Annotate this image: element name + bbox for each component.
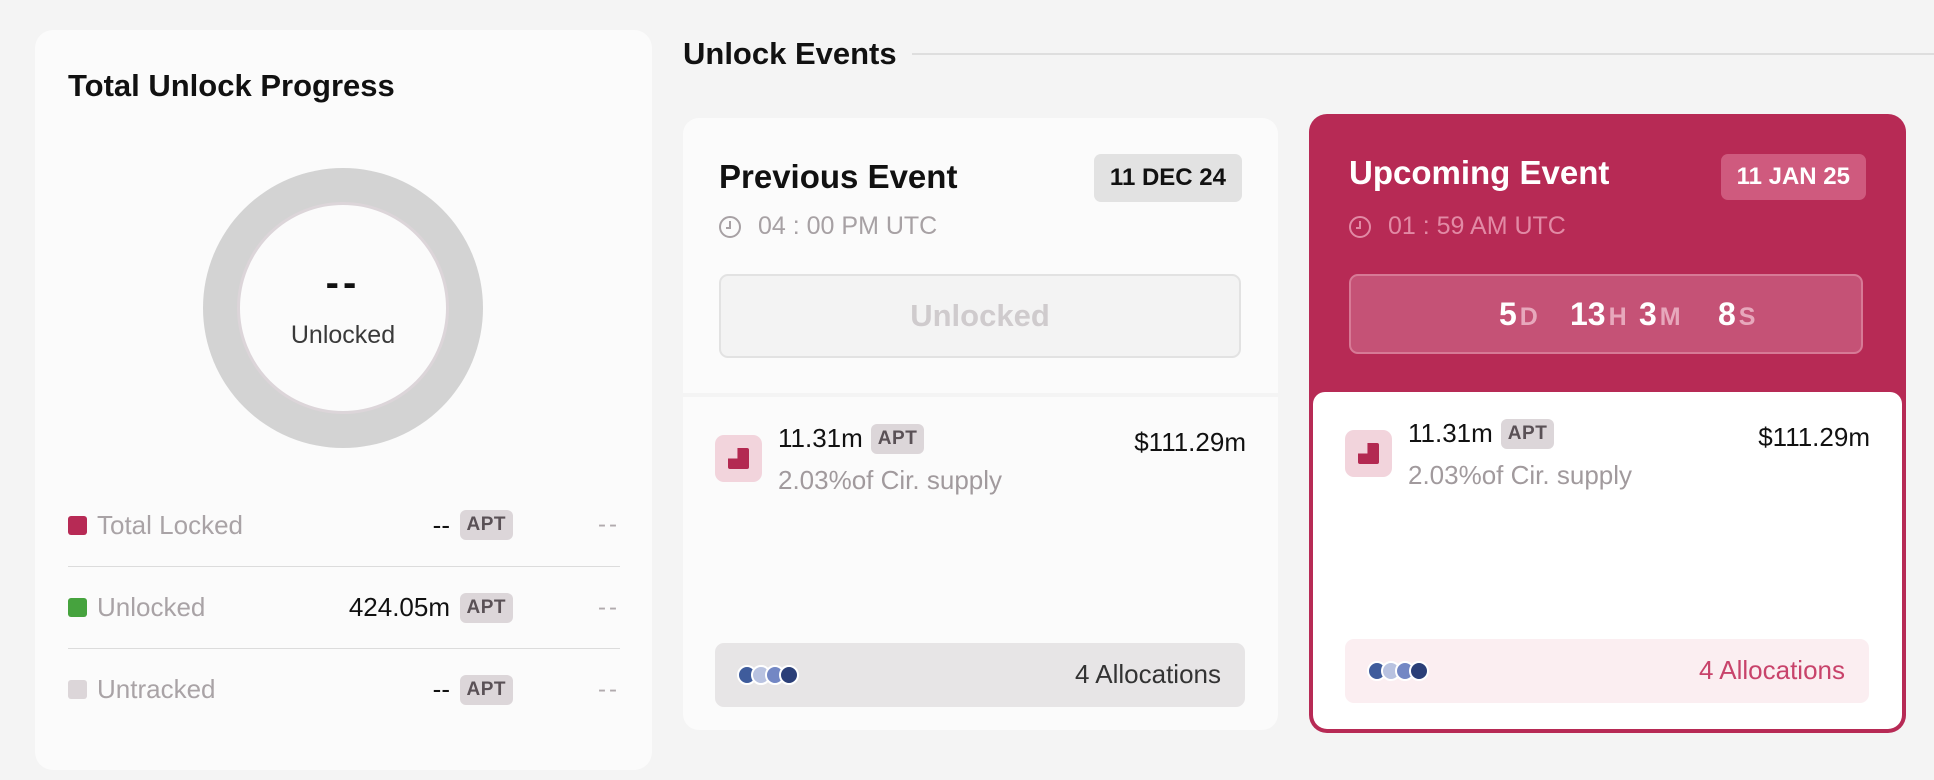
allocation-dot: [1409, 661, 1429, 681]
unlocked-status: Unlocked: [719, 274, 1241, 358]
token-badge: APT: [459, 592, 513, 623]
token-badge: APT: [1500, 418, 1555, 449]
unlock-events-title: Unlock Events: [683, 36, 897, 71]
token-badge: APT: [459, 510, 513, 540]
allocations-button[interactable]: 4 Allocations: [715, 643, 1245, 707]
allocations-button[interactable]: 4 Allocations: [1345, 639, 1869, 703]
event-title: Upcoming Event: [1349, 154, 1610, 191]
legend-name: Total Locked: [97, 509, 243, 540]
countdown-hours: 13 H: [1570, 296, 1627, 332]
legend-percent: --: [598, 675, 620, 703]
panel-title: Total Unlock Progress: [68, 68, 395, 103]
legend-percent: --: [598, 593, 620, 621]
countdown-minutes: 3M: [1639, 296, 1681, 332]
token-badge: APT: [459, 674, 513, 705]
allocations-label: 4 Allocations: [1699, 655, 1845, 685]
legend-amount: --: [432, 674, 450, 704]
countdown-days: 5D: [1499, 296, 1538, 332]
previous-event-details: 11.31m APT 2.03%of Cir. supply $111.29m …: [683, 397, 1278, 730]
total-unlock-panel: Total Unlock Progress -- Unlocked Total …: [35, 30, 652, 770]
allocation-dot: [779, 665, 799, 685]
unlock-donut-chart: -- Unlocked: [203, 168, 483, 448]
allocation-avatars: [1367, 661, 1437, 681]
upcoming-event-details: 11.31m APT 2.03%of Cir. supply $111.29m …: [1313, 392, 1902, 729]
previous-event-card[interactable]: Previous Event 11 DEC 24 04 : 00 PM UTC …: [683, 118, 1278, 730]
legend-row-total-locked: Total Locked -- APT --: [68, 484, 620, 566]
token-badge: APT: [870, 423, 925, 454]
donut-value: --: [325, 261, 361, 305]
token-amount: 11.31m: [1408, 418, 1493, 448]
token-logo-icon: [715, 435, 762, 482]
total-locked-swatch: [68, 515, 87, 535]
token-amount: 11.31m: [778, 423, 863, 453]
event-title: Previous Event: [719, 158, 958, 195]
donut-center: -- Unlocked: [237, 202, 449, 414]
supply-percent: 2.03%of Cir. supply: [1408, 460, 1633, 490]
previous-event-header: Previous Event 11 DEC 24 04 : 00 PM UTC …: [683, 118, 1278, 393]
allocations-label: 4 Allocations: [1075, 659, 1221, 689]
usd-value: $111.29m: [1758, 422, 1870, 452]
section-divider: [912, 53, 1934, 55]
untracked-swatch: [68, 680, 87, 699]
token-unlock-dashboard: Total Unlock Progress -- Unlocked Total …: [0, 0, 1934, 780]
supply-percent: 2.03%of Cir. supply: [778, 465, 1003, 495]
unlocked-swatch: [68, 598, 87, 617]
legend-row-untracked: Untracked -- APT --: [68, 648, 620, 730]
token-logo-icon: [1345, 430, 1392, 477]
legend-name: Unlocked: [97, 592, 206, 622]
event-date-badge: 11 DEC 24: [1093, 154, 1242, 202]
usd-value: $111.29m: [1134, 427, 1246, 457]
legend-amount: 424.05m: [348, 592, 450, 622]
token-amount-line: 11.31m APT: [778, 423, 925, 454]
clock-icon: [719, 215, 741, 238]
allocation-avatars: [737, 665, 807, 685]
event-time: 01 : 59 AM UTC: [1349, 212, 1566, 241]
event-time: 04 : 00 PM UTC: [719, 212, 937, 241]
legend-amount: --: [432, 509, 450, 540]
legend-row-unlocked: Unlocked 424.05m APT --: [68, 566, 620, 648]
event-date-badge: 11 JAN 25: [1720, 154, 1866, 200]
donut-label: Unlocked: [290, 321, 396, 349]
token-amount-line: 11.31m APT: [1408, 418, 1555, 449]
event-time-text: 01 : 59 AM UTC: [1388, 212, 1566, 240]
countdown-seconds: 8S: [1718, 296, 1756, 332]
legend-name: Untracked: [97, 674, 216, 704]
clock-icon: [1349, 215, 1371, 238]
countdown-timer: 5D 13 H 3M 8S: [1349, 274, 1863, 354]
upcoming-event-card[interactable]: Upcoming Event 11 JAN 25 01 : 59 AM UTC …: [1309, 114, 1906, 733]
event-time-text: 04 : 00 PM UTC: [758, 212, 938, 240]
legend-percent: --: [598, 511, 620, 538]
